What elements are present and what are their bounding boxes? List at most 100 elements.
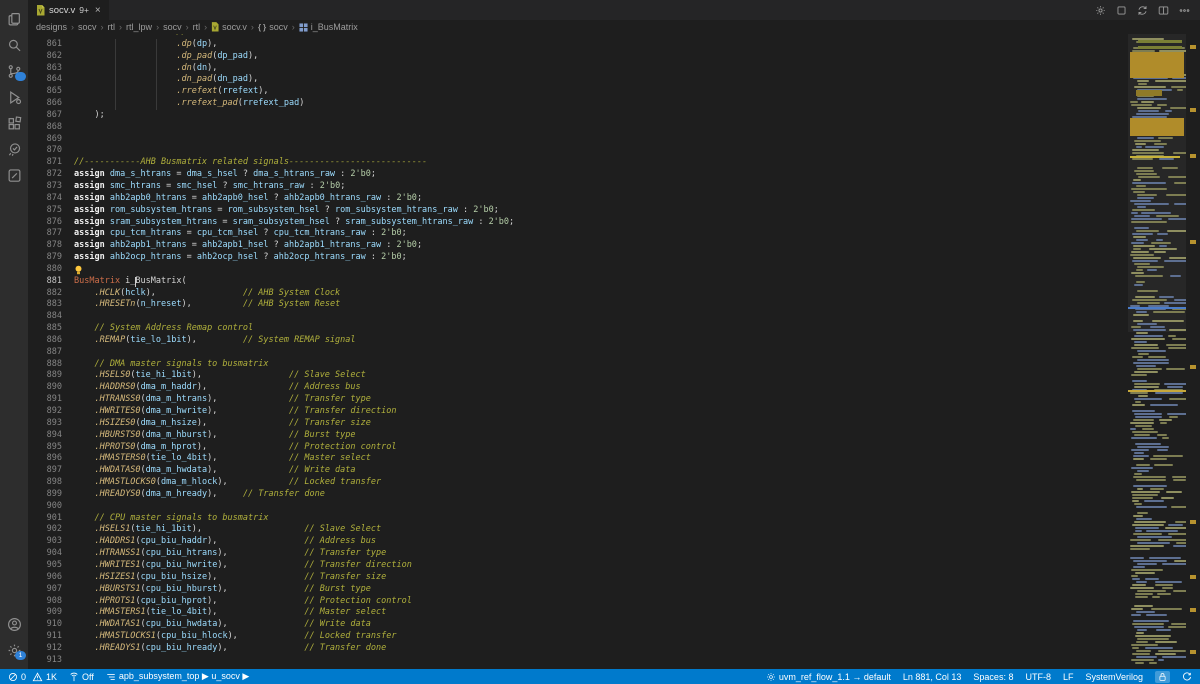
code-line-861[interactable]: 861 .dp(dp), [28,39,1128,51]
code-line-902[interactable]: 902 .HSELS1(tie_hi_1bit), // Slave Selec… [28,524,1128,536]
square-icon[interactable] [1116,5,1127,16]
code-line-873[interactable]: 873assign smc_htrans = smc_hsel ? smc_ht… [28,181,1128,193]
tab-close-icon[interactable]: × [95,5,101,16]
code-line-910[interactable]: 910 .HWDATAS1(cpu_biu_hwdata), // Write … [28,619,1128,631]
code-line-864[interactable]: 864 .dn_pad(dn_pad), [28,74,1128,86]
hierarchy-path[interactable]: apb_subsystem_top ▶ u_socv ▶ [106,671,249,682]
code-line-913[interactable]: 913 [28,655,1128,667]
code-line-880[interactable]: 880 [28,264,1128,276]
hierarchy-path-label: apb_subsystem_top ▶ u_socv ▶ [119,671,249,682]
code-line-874[interactable]: 874assign ahb2apb0_htrans = ahb2apb0_hse… [28,193,1128,205]
code-line-872[interactable]: 872assign dma_s_htrans = dma_s_hsel ? dm… [28,169,1128,181]
code-line-869[interactable]: 869 [28,134,1128,146]
code-line-883[interactable]: 883 .HRESETn(n_hreset), // AHB System Re… [28,299,1128,311]
code-line-876[interactable]: 876assign sram_subsystem_htrans = sram_s… [28,217,1128,229]
breadcrumb-item-socv[interactable]: { }socv [258,22,288,32]
line-number: 883 [28,299,62,311]
code-line-865[interactable]: 865 .rrefext(rrefext), [28,86,1128,98]
code-line-878[interactable]: 878assign ahb2apb1_htrans = ahb2apb1_hse… [28,240,1128,252]
breadcrumb-item-i_BusMatrix[interactable]: i_BusMatrix [299,22,358,32]
code-line-882[interactable]: 882 .HCLK(hclk), // AHB System Clock [28,288,1128,300]
settings-gear-icon[interactable]: 1 [0,637,28,663]
code-line-907[interactable]: 907 .HBURSTS1(cpu_biu_hburst), // Burst … [28,584,1128,596]
code-lines[interactable]: 860 // USB Pins861 .dp(dp),862 .dp_pad(d… [28,34,1128,667]
code-line-889[interactable]: 889 .HSELS0(tie_hi_1bit), // Slave Selec… [28,370,1128,382]
code-line-911[interactable]: 911 .HMASTLOCKS1(cpu_biu_hlock), // Lock… [28,631,1128,643]
notebook-icon[interactable] [0,162,28,188]
code-line-881[interactable]: 881BusMatrix i_BusMatrix( [28,276,1128,288]
verilog-file-icon [36,5,45,16]
breadcrumb-item-designs[interactable]: designs [36,22,67,32]
code-line-886[interactable]: 886 .REMAP(tie_lo_1bit), // System REMAP… [28,335,1128,347]
code-line-862[interactable]: 862 .dp_pad(dp_pad), [28,51,1128,63]
code-line-892[interactable]: 892 .HWRITES0(dma_m_hwrite), // Transfer… [28,406,1128,418]
code-line-890[interactable]: 890 .HADDRS0(dma_m_haddr), // Address bu… [28,382,1128,394]
explorer-icon[interactable] [0,6,28,32]
code-line-887[interactable]: 887 [28,347,1128,359]
more-actions-icon[interactable] [1179,5,1190,16]
code-line-895[interactable]: 895 .HPROTS0(dma_m_hprot), // Protection… [28,442,1128,454]
line-number: 869 [28,134,62,146]
braces-icon: { } [258,22,266,32]
line-number: 909 [28,607,62,619]
code-line-899[interactable]: 899 .HREADYS0(dma_m_hready), // Transfer… [28,489,1128,501]
code-line-879[interactable]: 879assign ahb2ocp_htrans = ahb2ocp_hsel … [28,252,1128,264]
code-line-863[interactable]: 863 .dn(dn), [28,63,1128,75]
code-line-868[interactable]: 868 [28,122,1128,134]
code-line-897[interactable]: 897 .HWDATAS0(dma_m_hwdata), // Write da… [28,465,1128,477]
testing-icon[interactable] [0,136,28,162]
code-line-884[interactable]: 884 [28,311,1128,323]
overview-ruler[interactable] [1186,34,1200,669]
code-line-870[interactable]: 870 [28,145,1128,157]
code-line-904[interactable]: 904 .HTRANSS1(cpu_biu_htrans), // Transf… [28,548,1128,560]
breadcrumb-item-socv[interactable]: socv [163,22,182,32]
encoding[interactable]: UTF-8 [1025,672,1051,682]
minimap[interactable] [1128,34,1186,669]
code-line-908[interactable]: 908 .HPROTS1(cpu_biu_hprot), // Protecti… [28,596,1128,608]
code-line-903[interactable]: 903 .HADDRS1(cpu_biu_haddr), // Address … [28,536,1128,548]
breadcrumb-item-rtl[interactable]: rtl [193,22,201,32]
account-icon[interactable] [0,611,28,637]
breadcrumb-item-socv[interactable]: socv [78,22,97,32]
code-line-896[interactable]: 896 .HMASTERS0(tie_lo_4bit), // Master s… [28,453,1128,465]
net-status[interactable]: Off [69,672,94,682]
breadcrumb-item-rtl_lpw[interactable]: rtl_lpw [126,22,152,32]
run-debug-icon[interactable] [0,84,28,110]
refresh-indicator[interactable] [1182,672,1192,682]
code-line-891[interactable]: 891 .HTRANSS0(dma_m_htrans), // Transfer… [28,394,1128,406]
code-line-912[interactable]: 912 .HREADYS1(cpu_biu_hready), // Transf… [28,643,1128,655]
search-icon[interactable] [0,32,28,58]
code-line-898[interactable]: 898 .HMASTLOCKS0(dma_m_hlock), // Locked… [28,477,1128,489]
code-line-888[interactable]: 888 // DMA master signals to busmatrix [28,359,1128,371]
language-mode[interactable]: SystemVerilog [1085,672,1143,682]
code-line-893[interactable]: 893 .HSIZES0(dma_m_hsize), // Transfer s… [28,418,1128,430]
split-editor-icon[interactable] [1158,5,1169,16]
code-line-875[interactable]: 875assign rom_subsystem_htrans = rom_sub… [28,205,1128,217]
code-line-867[interactable]: 867 ); [28,110,1128,122]
editor[interactable]: 860 // USB Pins861 .dp(dp),862 .dp_pad(d… [28,34,1200,669]
code-line-905[interactable]: 905 .HWRITES1(cpu_biu_hwrite), // Transf… [28,560,1128,572]
code-line-900[interactable]: 900 [28,501,1128,513]
problems-indicator[interactable]: 0 1K [8,672,57,682]
settings-sync-status[interactable]: uvm_ref_flow_1.1 → default [766,672,891,682]
eol-sequence[interactable]: LF [1063,672,1074,682]
code-line-909[interactable]: 909 .HMASTERS1(tie_lo_4bit), // Master s… [28,607,1128,619]
indentation[interactable]: Spaces: 8 [973,672,1013,682]
line-number: 901 [28,513,62,525]
code-line-885[interactable]: 885 // System Address Remap control [28,323,1128,335]
breadcrumb-item-rtl[interactable]: rtl [108,22,116,32]
code-line-877[interactable]: 877assign cpu_tcm_htrans = cpu_tcm_hsel … [28,228,1128,240]
sync-icon[interactable] [1137,5,1148,16]
code-line-871[interactable]: 871//-----------AHB Busmatrix related si… [28,157,1128,169]
lock-indicator[interactable] [1155,671,1170,683]
source-control-icon[interactable] [0,58,28,84]
gear-icon[interactable] [1095,5,1106,16]
tab-socv[interactable]: socv.v 9+ × [28,0,109,20]
code-line-906[interactable]: 906 .HSIZES1(cpu_biu_hsize), // Transfer… [28,572,1128,584]
code-line-901[interactable]: 901 // CPU master signals to busmatrix [28,513,1128,525]
breadcrumb-item-socv.v[interactable]: socv.v [211,22,247,32]
cursor-position[interactable]: Ln 881, Col 13 [903,672,962,682]
code-line-866[interactable]: 866 .rrefext_pad(rrefext_pad) [28,98,1128,110]
extensions-icon[interactable] [0,110,28,136]
code-line-894[interactable]: 894 .HBURSTS0(dma_m_hburst), // Burst ty… [28,430,1128,442]
